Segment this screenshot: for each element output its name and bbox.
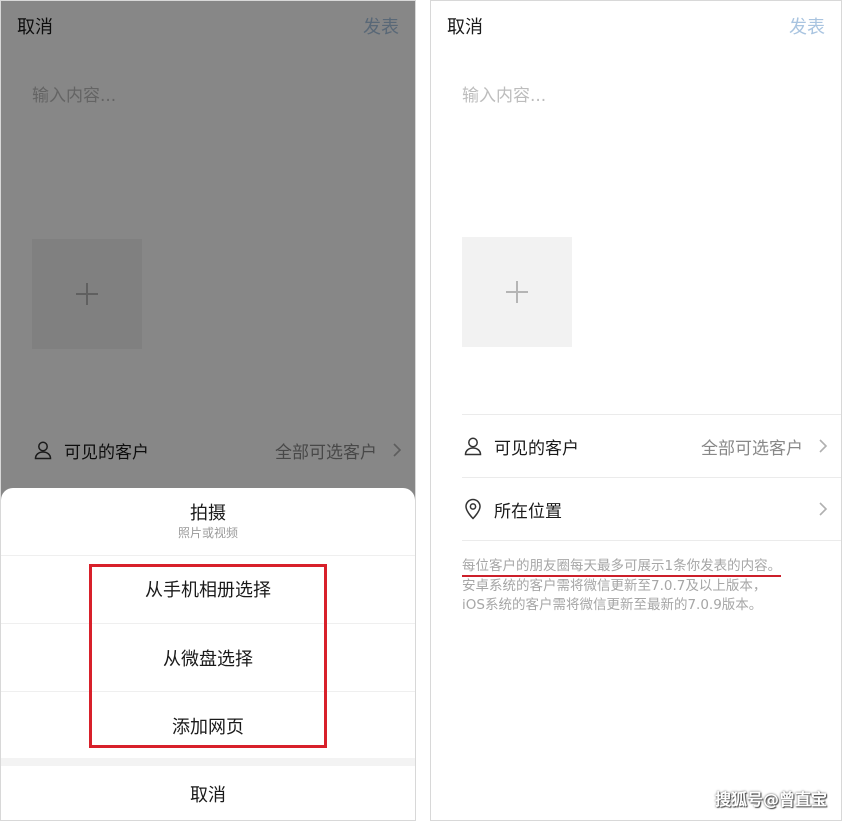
left-screen: 取消 发表 输入内容... 可见的客户 全部可选客户 拍摄 照片或视频 从手机相… <box>0 0 416 821</box>
top-bar: 取消 发表 <box>431 1 841 47</box>
person-icon <box>462 435 484 457</box>
note-line-ios: iOS系统的客户需将微信更新至最新的7.0.9版本。 <box>462 597 763 613</box>
visible-customers-value: 全部可选客户 <box>701 438 803 459</box>
content-input[interactable]: 输入内容... <box>462 81 546 106</box>
location-row[interactable]: 所在位置 <box>462 478 841 540</box>
location-label: 所在位置 <box>494 501 562 522</box>
visible-customers-row[interactable]: 可见的客户 全部可选客户 <box>462 415 841 477</box>
sheet-cancel-button[interactable]: 取消 <box>1 774 415 814</box>
watermark: 搜狐号@曾直宝 <box>714 790 827 809</box>
divider <box>462 540 841 541</box>
add-media-button[interactable] <box>462 237 572 347</box>
right-screen: 取消 发表 输入内容... 可见的客户 全部可选客户 所在位置 每位客户的朋友圈… <box>430 0 842 821</box>
visibility-note: 每位客户的朋友圈每天最多可展示1条你发表的内容。 安卓系统的客户需将微信更新至7… <box>462 557 831 616</box>
chevron-right-icon <box>811 438 835 454</box>
publish-button[interactable]: 发表 <box>789 13 825 39</box>
sheet-subtitle: 照片或视频 <box>177 526 238 540</box>
sheet-title: 拍摄 <box>190 503 226 524</box>
visible-customers-label: 可见的客户 <box>494 438 579 459</box>
chevron-right-icon <box>811 501 835 517</box>
note-line-android: 安卓系统的客户需将微信更新至7.0.7及以上版本， <box>462 577 767 594</box>
plus-icon <box>506 281 528 303</box>
location-pin-icon <box>462 498 484 520</box>
cancel-button[interactable]: 取消 <box>447 13 483 39</box>
divider <box>1 555 415 556</box>
sheet-gap <box>1 758 415 766</box>
note-highlight: 每位客户的朋友圈每天最多可展示1条你发表的内容。 <box>462 558 782 577</box>
highlight-box <box>89 564 327 748</box>
